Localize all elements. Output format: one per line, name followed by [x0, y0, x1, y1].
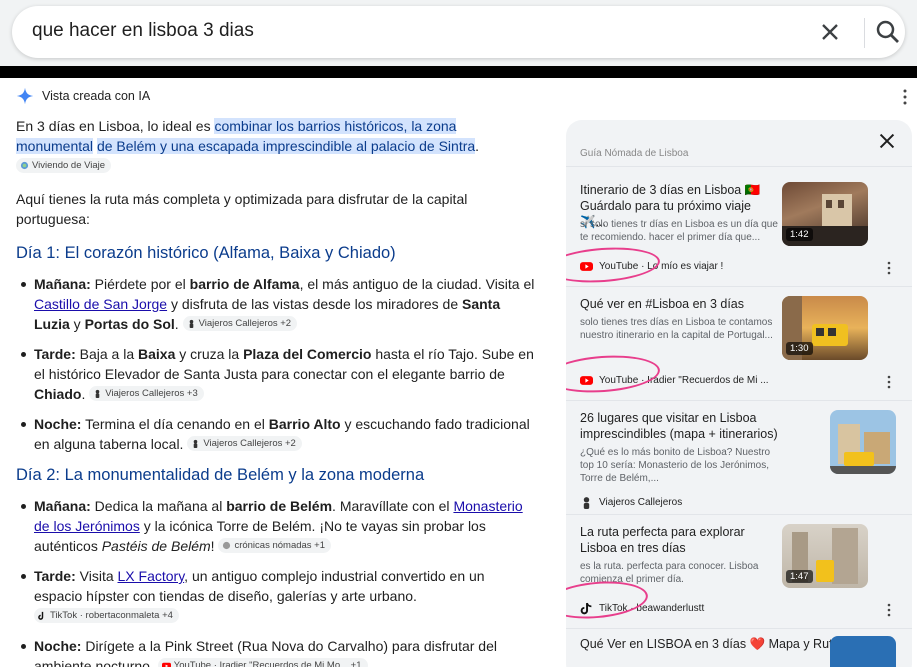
- tiktok-icon: [38, 611, 44, 620]
- person-icon: [189, 319, 193, 328]
- divider: [566, 400, 912, 401]
- person-icon: [95, 389, 100, 398]
- day1-heading: Día 1: El corazón histórico (Alfama, Bai…: [16, 244, 396, 262]
- source-chip[interactable]: crónicas nómadas +1: [218, 538, 332, 553]
- article-thumbnail[interactable]: [830, 410, 896, 474]
- video-thumbnail[interactable]: 1:30: [782, 296, 868, 360]
- list-item: Tarde: Baja a la Baixa y cruza la Plaza …: [16, 344, 536, 404]
- list-item: Noche: Termina el día cenando en el Barr…: [16, 414, 536, 454]
- close-icon[interactable]: [876, 130, 898, 152]
- thumbnail-image: [830, 410, 896, 474]
- video-duration: 1:30: [786, 342, 813, 355]
- clear-icon[interactable]: [816, 18, 844, 46]
- divider: [566, 286, 912, 287]
- card-title[interactable]: 26 lugares que visitar en Lisboa impresc…: [580, 410, 780, 442]
- screen-border: [0, 66, 917, 78]
- search-icon[interactable]: [872, 17, 904, 47]
- kebab-icon[interactable]: [886, 375, 892, 389]
- video-duration: 1:47: [786, 570, 813, 583]
- video-duration: 1:42: [786, 228, 813, 241]
- divider: [566, 628, 912, 629]
- ai-overview-title: Vista creada con IA: [42, 89, 151, 103]
- list-item: Mañana: Dedica la mañana al barrio de Be…: [16, 496, 536, 556]
- highlight-text[interactable]: de Belém y una escapada imprescindible a…: [96, 138, 476, 154]
- video-thumbnail[interactable]: 1:42: [782, 182, 868, 246]
- source-chip[interactable]: Viajeros Callejeros +2: [182, 316, 298, 331]
- list-item: Tarde: Visita LX Factory, un antiguo com…: [16, 566, 536, 626]
- card-snippet: si solo tienes tr días en Lisboa es un d…: [580, 219, 778, 243]
- search-box[interactable]: que hacer en lisboa 3 dias: [12, 6, 905, 58]
- day2-list: Mañana: Dedica la mañana al barrio de Be…: [16, 496, 536, 667]
- card-snippet: solo tienes tres días en Lisboa te conta…: [580, 317, 773, 341]
- divider: [566, 514, 912, 515]
- person-icon: [194, 439, 198, 448]
- source-chip[interactable]: Viajeros Callejeros +2: [187, 436, 302, 451]
- day1-list: Mañana: Piérdete por el barrio de Alfama…: [16, 274, 536, 454]
- link-castillo[interactable]: Castillo de San Jorge: [34, 296, 167, 312]
- intro-paragraph: En 3 días en Lisboa, lo ideal es combina…: [16, 116, 536, 176]
- card-snippet: ¿Qué es lo más bonito de Lisboa? Nuestro…: [580, 447, 771, 484]
- list-item: Noche: Dirígete a la Pink Street (Rua No…: [16, 636, 536, 667]
- person-icon: [583, 497, 590, 509]
- cut-off-source: Guía Nómada de Lisboa: [580, 148, 689, 159]
- source-chip[interactable]: TikTok · robertaconmaleta +4: [34, 608, 179, 623]
- source-chip[interactable]: Viajeros Callejeros +3: [89, 386, 204, 401]
- day2-heading: Día 2: La monumentalidad de Belém y la z…: [16, 466, 425, 484]
- source-chip[interactable]: Viviendo de Viaje: [16, 158, 112, 173]
- card-title[interactable]: Qué Ver en LISBOA en 3 días ❤️ Mapa y Ru…: [580, 636, 850, 652]
- kebab-icon[interactable]: [898, 88, 912, 106]
- kebab-icon[interactable]: [886, 261, 892, 275]
- sources-panel: Guía Nómada de Lisboa Itinerario de 3 dí…: [566, 120, 912, 667]
- list-item: Mañana: Piérdete por el barrio de Alfama…: [16, 274, 536, 334]
- card-title[interactable]: La ruta perfecta para explorar Lisboa en…: [580, 524, 780, 556]
- card-source[interactable]: Viajeros Callejeros: [580, 496, 682, 509]
- sparkle-icon: [16, 87, 34, 105]
- card-title[interactable]: Qué ver en #Lisboa en 3 días: [580, 296, 780, 312]
- intro-tail: .: [475, 138, 480, 154]
- globe-icon: [20, 161, 29, 170]
- link-lx-factory[interactable]: LX Factory: [118, 568, 185, 584]
- intro-paragraph-2: Aquí tienes la ruta más completa y optim…: [16, 191, 468, 227]
- intro-lead: En 3 días en Lisboa, lo ideal es: [16, 118, 215, 134]
- source-chip[interactable]: YouTube · Iradier "Recuerdos de Mi Mo...…: [157, 658, 368, 667]
- search-header: que hacer en lisboa 3 dias: [0, 0, 917, 66]
- ai-overview-header: Vista creada con IA: [16, 86, 150, 106]
- search-input[interactable]: que hacer en lisboa 3 dias: [32, 20, 254, 42]
- globe-icon: [223, 541, 231, 550]
- divider: [566, 166, 912, 167]
- search-divider: [864, 18, 865, 48]
- video-thumbnail[interactable]: 1:47: [782, 524, 868, 588]
- kebab-icon[interactable]: [886, 603, 892, 617]
- youtube-icon: [161, 662, 171, 667]
- source-card[interactable]: 26 lugares que visitar en Lisboa impresc…: [580, 410, 896, 510]
- article-thumbnail[interactable]: [830, 636, 896, 667]
- source-card[interactable]: Qué Ver en LISBOA en 3 días ❤️ Mapa y Ru…: [580, 636, 896, 667]
- ai-overview-content: En 3 días en Lisboa, lo ideal es combina…: [16, 116, 536, 667]
